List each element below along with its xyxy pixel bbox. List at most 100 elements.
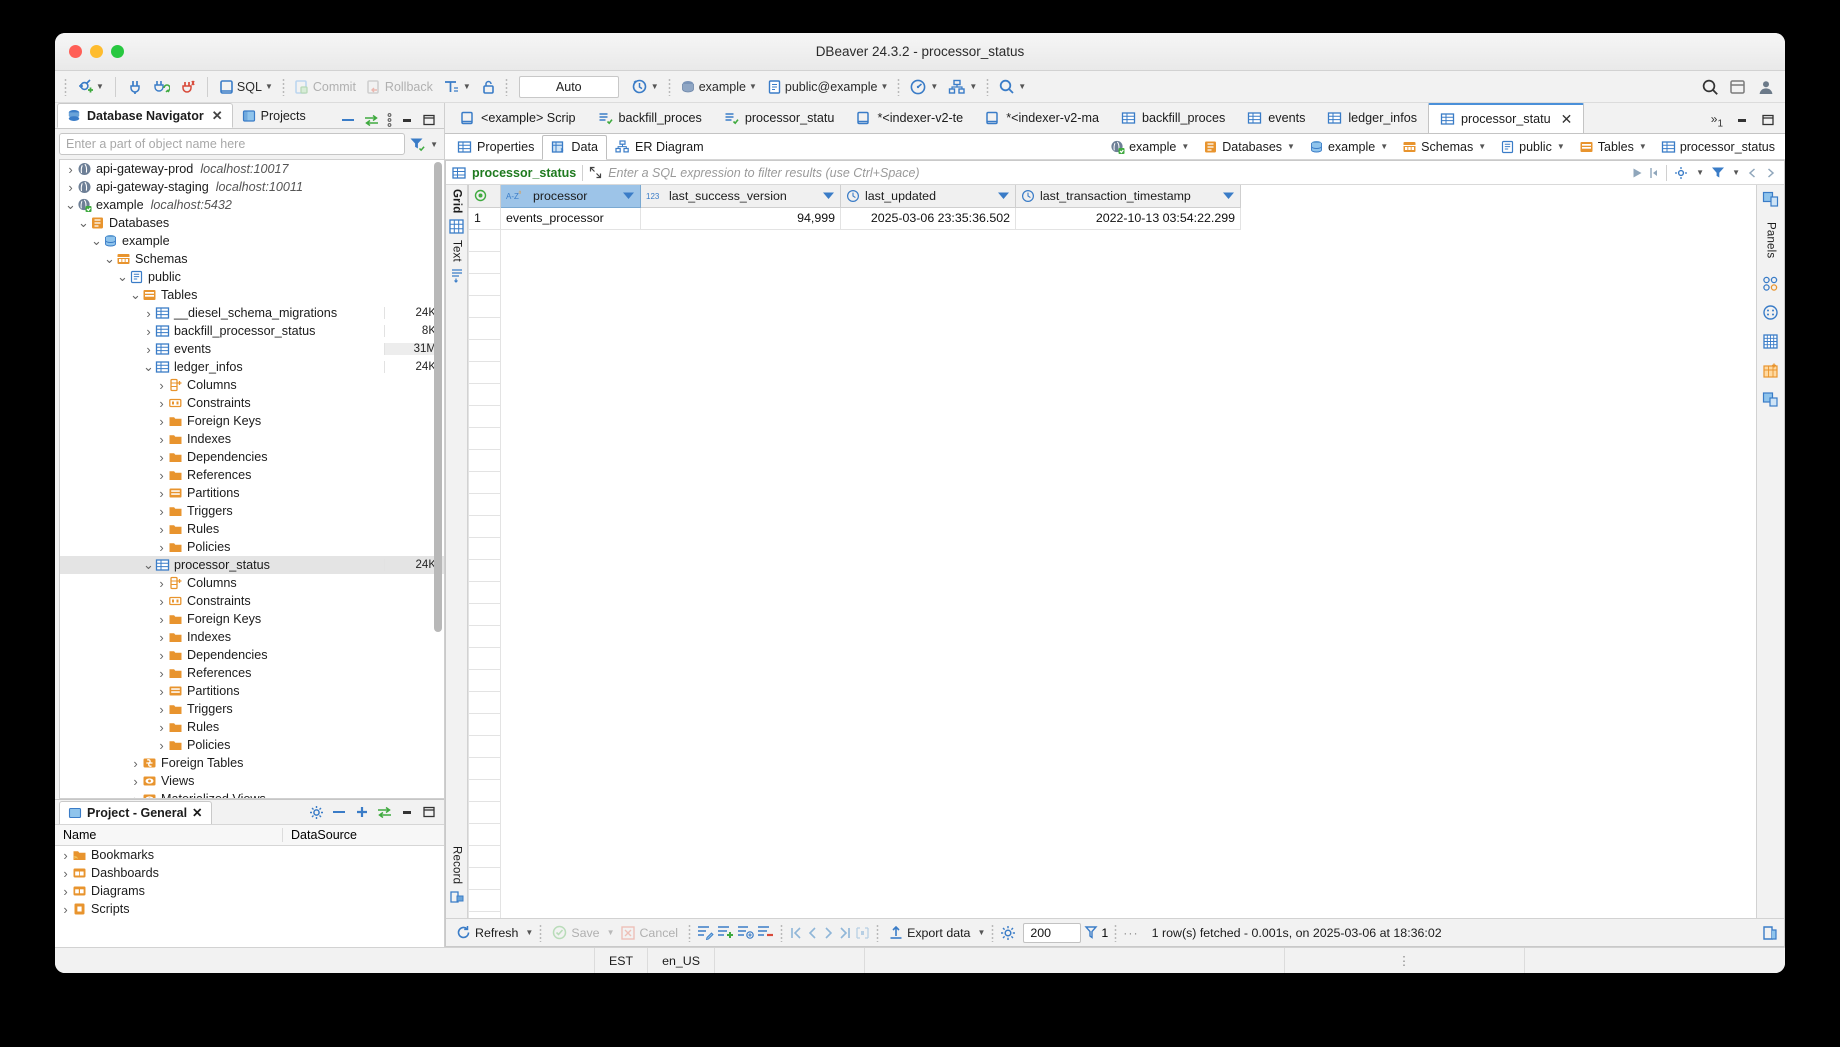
project-list-item[interactable]: › Bookmarks bbox=[55, 846, 444, 864]
chevron-right-icon[interactable]: › bbox=[64, 180, 77, 195]
chevron-right-icon[interactable]: › bbox=[142, 324, 155, 339]
new-sql-editor-button[interactable]: SQL ▼ bbox=[215, 77, 277, 97]
add-row-icon[interactable] bbox=[717, 925, 734, 940]
editor-tab[interactable]: *<indexer-v2-ma bbox=[974, 103, 1110, 133]
maximize-editor-icon[interactable] bbox=[1761, 114, 1775, 126]
chevron-down-icon[interactable]: ▼ bbox=[749, 82, 757, 91]
calc-panel-icon[interactable] bbox=[1762, 333, 1779, 350]
commit-button[interactable]: Commit bbox=[290, 77, 360, 97]
disconnect-button[interactable] bbox=[123, 77, 147, 97]
maximize-panel-icon[interactable] bbox=[422, 806, 436, 818]
tree-item[interactable]: › Partitions bbox=[60, 682, 444, 700]
chevron-right-icon[interactable]: › bbox=[155, 378, 168, 393]
editor-tab[interactable]: backfill_proces bbox=[587, 103, 713, 133]
rollback-button[interactable]: Rollback bbox=[362, 77, 437, 97]
transaction-log-button[interactable]: ▼ bbox=[627, 76, 663, 97]
readonly-lock-button[interactable] bbox=[477, 77, 500, 97]
column-header[interactable]: last_updated bbox=[840, 185, 1016, 208]
breadcrumb-item[interactable]: example ▼ bbox=[1309, 140, 1388, 154]
tree-item[interactable]: › api-gateway-staging localhost:10011 bbox=[60, 178, 444, 196]
tab-overflow-icon[interactable]: »1 bbox=[1711, 112, 1723, 129]
status-timezone[interactable]: EST bbox=[595, 947, 649, 973]
duplicate-row-icon[interactable] bbox=[737, 925, 754, 940]
chevron-right-icon[interactable]: › bbox=[155, 612, 168, 627]
tree-item[interactable]: › Foreign Keys bbox=[60, 412, 444, 430]
close-icon[interactable]: ✕ bbox=[212, 108, 223, 124]
chevron-right-icon[interactable]: › bbox=[155, 630, 168, 645]
minimize-panel-icon[interactable] bbox=[400, 114, 414, 126]
search-button[interactable]: ▼ bbox=[994, 76, 1030, 97]
object-tab[interactable]: ER Diagram bbox=[607, 135, 712, 160]
editor-tab[interactable]: events bbox=[1236, 103, 1316, 133]
link-with-editor-icon[interactable] bbox=[364, 114, 379, 126]
transaction-auto-selector[interactable]: Auto bbox=[518, 75, 619, 98]
tree-item[interactable]: › References bbox=[60, 466, 444, 484]
breadcrumb-item[interactable]: example ▼ bbox=[1110, 140, 1189, 154]
toolbar-grip[interactable] bbox=[780, 923, 784, 942]
breadcrumb-item[interactable]: public ▼ bbox=[1500, 140, 1565, 154]
chevron-down-icon[interactable]: ▼ bbox=[1018, 82, 1026, 91]
data-table[interactable]: A-Z ⁰ processor 123 last_success_version last… bbox=[468, 185, 1241, 918]
chevron-right-icon[interactable]: › bbox=[59, 848, 72, 863]
editor-tab[interactable]: *<indexer-v2-te bbox=[845, 103, 974, 133]
table-cell[interactable]: events_processor bbox=[500, 207, 641, 230]
tree-item[interactable]: › Materialized Views bbox=[60, 790, 444, 799]
tab-database-navigator[interactable]: Database Navigator ✕ bbox=[57, 103, 233, 128]
export-data-button[interactable]: Export data bbox=[885, 923, 974, 942]
tree-item[interactable]: › Partitions bbox=[60, 484, 444, 502]
tree-item[interactable]: › Rules bbox=[60, 718, 444, 736]
toolbar-grip[interactable] bbox=[991, 923, 995, 942]
tab-project-general[interactable]: Project - General ✕ bbox=[59, 800, 212, 824]
fetch-all-icon[interactable] bbox=[855, 926, 870, 940]
chevron-right-icon[interactable]: › bbox=[64, 162, 77, 177]
navigator-filter-input[interactable] bbox=[59, 133, 406, 155]
reconnect-button[interactable] bbox=[149, 77, 174, 97]
apply-filter-icon[interactable] bbox=[1632, 167, 1643, 179]
grouping-panel-icon[interactable] bbox=[1762, 304, 1779, 321]
table-row[interactable]: 1 events_processor 94,999 2025-03-06 23:35:… bbox=[468, 207, 1241, 230]
tree-item[interactable]: › __diesel_schema_migrations 24K bbox=[60, 304, 444, 322]
add-icon[interactable] bbox=[355, 805, 369, 819]
references-panel-icon[interactable] bbox=[1762, 391, 1779, 408]
minimize-editor-icon[interactable] bbox=[1735, 114, 1749, 126]
chevron-down-icon[interactable]: ⌄ bbox=[77, 215, 90, 231]
filter-history-icon[interactable] bbox=[1650, 167, 1659, 179]
refresh-button[interactable]: Refresh bbox=[452, 923, 522, 942]
chevron-right-icon[interactable]: › bbox=[129, 792, 142, 799]
chevron-right-icon[interactable]: › bbox=[142, 342, 155, 357]
database-tree[interactable]: › api-gateway-prod localhost:10017 › api-gat… bbox=[59, 159, 444, 799]
column-header[interactable]: 123 last_success_version bbox=[640, 185, 841, 208]
tree-item[interactable]: › Constraints bbox=[60, 592, 444, 610]
chevron-right-icon[interactable]: › bbox=[155, 486, 168, 501]
tree-item[interactable]: › backfill_processor_status 8K bbox=[60, 322, 444, 340]
chevron-down-icon[interactable]: ⌄ bbox=[142, 359, 155, 375]
er-diagram-button[interactable]: ▼ bbox=[944, 77, 981, 97]
chevron-down-icon[interactable]: ▼ bbox=[880, 82, 888, 91]
object-tab[interactable]: Data bbox=[542, 134, 608, 160]
chevron-down-icon[interactable]: ▼ bbox=[1732, 168, 1740, 177]
chevron-right-icon[interactable]: › bbox=[155, 504, 168, 519]
chevron-right-icon[interactable]: › bbox=[155, 396, 168, 411]
tree-item[interactable]: ⌄ example localhost:5432 bbox=[60, 196, 444, 214]
chevron-down-icon[interactable]: ⌄ bbox=[129, 287, 142, 303]
column-sort-icon[interactable] bbox=[822, 191, 835, 200]
presentation-tab-text[interactable]: Text bbox=[451, 240, 463, 262]
disconnect-all-button[interactable] bbox=[176, 77, 200, 97]
chevron-right-icon[interactable]: › bbox=[155, 450, 168, 465]
column-sort-icon[interactable] bbox=[622, 191, 635, 200]
select-all-cell[interactable] bbox=[468, 185, 501, 208]
chevron-down-icon[interactable]: ⌄ bbox=[142, 557, 155, 573]
tree-item[interactable]: › Dependencies bbox=[60, 448, 444, 466]
tree-item[interactable]: › Policies bbox=[60, 538, 444, 556]
panels-toggle-icon[interactable] bbox=[1762, 191, 1779, 208]
chevron-down-icon[interactable]: ▼ bbox=[1557, 142, 1565, 151]
chevron-right-icon[interactable]: › bbox=[129, 774, 142, 789]
edit-row-icon[interactable] bbox=[697, 925, 714, 940]
tree-item[interactable]: ⌄ public bbox=[60, 268, 444, 286]
toolbar-grip[interactable] bbox=[688, 923, 692, 942]
filter-panel-icon[interactable] bbox=[1711, 166, 1725, 179]
fetch-settings-icon[interactable] bbox=[1000, 925, 1016, 941]
tree-item[interactable]: › Foreign Keys bbox=[60, 610, 444, 628]
user-account-button[interactable] bbox=[1753, 76, 1779, 98]
chevron-right-icon[interactable]: › bbox=[59, 884, 72, 899]
